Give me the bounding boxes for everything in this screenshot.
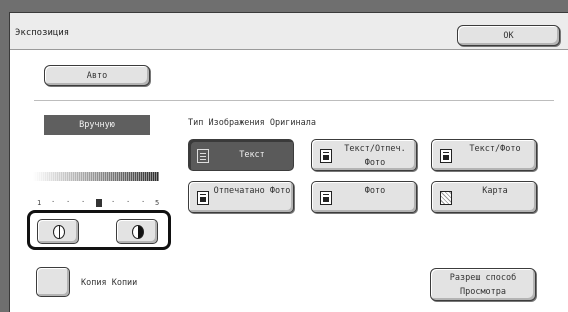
auto-button[interactable]: Авто [44,65,150,86]
scale-dot: · [111,198,116,206]
scale-max-label: 5 [155,199,160,207]
scale-dot: · [66,198,71,206]
scale-dot: · [126,198,131,206]
original-type-label-text-photo: Текст/Фото [469,144,521,154]
darker-button[interactable] [116,219,158,244]
original-type-label-printed-photo: Отпечатано Фото [213,186,291,196]
printed-photo-icon [197,191,209,205]
scale-dot: · [51,198,56,206]
photo-icon [320,191,332,205]
scale-dot: · [81,198,86,206]
divider [34,100,554,101]
original-type-printed-photo-button[interactable]: Отпечатано Фото [188,181,294,213]
text-printed-photo-icon [320,149,332,163]
title-bar: Экспозиция OK [10,13,568,50]
exposure-screen: Экспозиция OK Авто Вручную Тип Изображен… [0,0,568,312]
copy-of-copy-checkbox[interactable] [36,267,70,297]
original-type-text-printed-photo-button[interactable]: Текст/Отпеч. Фото [311,139,417,171]
original-type-map-button[interactable]: Карта [431,181,537,213]
manual-mode-label: Вручную [44,115,150,135]
original-type-label-text: Текст [239,150,265,160]
text-photo-icon [440,149,452,163]
scale-dot: · [141,198,146,206]
original-type-label-photo: Фото [364,186,386,196]
copy-of-copy-label: Копия Копии [81,278,138,288]
original-type-text-button[interactable]: Текст [188,139,294,171]
original-type-label: Тип Изображения Оригинала [188,118,316,128]
exposure-panel: Экспозиция OK Авто Вручную Тип Изображен… [9,12,568,312]
exposure-gradient-bar [33,172,159,181]
half-dark-icon [132,225,144,239]
ok-button[interactable]: OK [457,25,560,46]
scale-min-label: 1 [37,199,42,207]
map-icon [440,191,452,205]
original-type-text-photo-button[interactable]: Текст/Фото [431,139,537,171]
exposure-level-marker [96,199,102,207]
half-light-icon [53,225,65,239]
original-type-label-text-printed-photo: Текст/Отпеч. Фото [344,144,406,168]
original-type-photo-button[interactable]: Фото [311,181,417,213]
preview-mode-button[interactable]: Разреш способ Просмотра [430,268,536,301]
original-type-label-map: Карта [482,186,508,196]
lighter-button[interactable] [37,219,79,244]
panel-title: Экспозиция [15,28,70,38]
text-doc-icon [197,149,209,163]
